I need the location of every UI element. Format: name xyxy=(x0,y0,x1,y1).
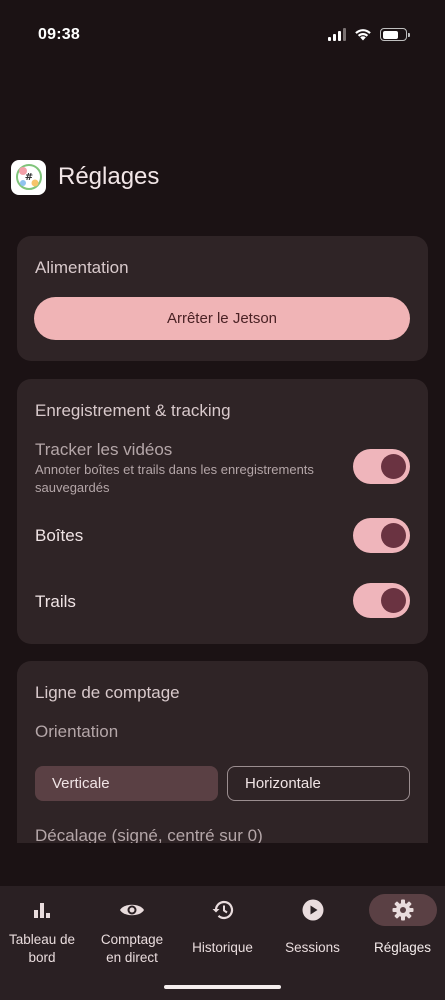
orientation-vertical-option[interactable]: Verticale xyxy=(35,766,218,801)
boxes-label: Boîtes xyxy=(35,526,84,545)
trails-toggle[interactable] xyxy=(353,583,410,618)
nav-live-count[interactable]: Comptage en direct xyxy=(88,886,176,976)
page-header: # Réglages xyxy=(11,158,159,196)
gear-icon xyxy=(392,899,413,921)
orientation-horizontal-option[interactable]: Horizontale xyxy=(227,766,410,801)
settings-content[interactable]: Alimentation Arrêter le Jetson Enregistr… xyxy=(0,220,445,843)
status-time: 09:38 xyxy=(38,26,80,43)
cellular-signal-icon xyxy=(328,28,346,41)
bottom-navigation: Tableau de bord Comptage en direct Histo… xyxy=(0,886,445,1000)
boxes-toggle[interactable] xyxy=(353,518,410,553)
track-videos-label: Tracker les vidéos xyxy=(35,440,173,459)
battery-level xyxy=(382,30,399,39)
nav-settings[interactable]: Réglages xyxy=(360,886,445,976)
nav-label: bord xyxy=(28,950,56,965)
page-title: Réglages xyxy=(58,163,160,190)
power-card: Alimentation Arrêter le Jetson xyxy=(17,236,428,361)
stop-jetson-button[interactable]: Arrêter le Jetson xyxy=(34,297,410,340)
nav-label: Tableau de xyxy=(8,932,76,947)
power-card-title: Alimentation xyxy=(35,258,129,277)
home-indicator[interactable] xyxy=(164,985,281,989)
app-logo-icon: # xyxy=(11,159,46,195)
status-bar: 09:38 xyxy=(0,0,445,70)
track-videos-toggle[interactable] xyxy=(353,449,410,484)
eye-icon xyxy=(120,904,144,916)
recording-card: Enregistrement & tracking Tracker les vi… xyxy=(17,379,428,644)
toggle-knob xyxy=(381,454,406,479)
toggle-knob xyxy=(381,588,406,613)
trails-label: Trails xyxy=(35,592,76,611)
recording-card-title: Enregistrement & tracking xyxy=(35,401,231,420)
status-icons xyxy=(328,28,410,41)
play-circle-icon xyxy=(302,899,323,921)
history-icon xyxy=(212,900,233,920)
battery-icon xyxy=(380,28,410,41)
nav-dashboard[interactable]: Tableau de bord xyxy=(0,886,84,976)
bar-chart-icon xyxy=(34,903,50,918)
nav-label: en direct xyxy=(106,950,158,965)
wifi-icon xyxy=(355,29,371,41)
nav-history[interactable]: Historique xyxy=(180,886,265,976)
offset-label: Décalage (signé, centré sur 0) xyxy=(35,826,263,843)
nav-label: Historique xyxy=(192,940,253,955)
nav-label: Sessions xyxy=(285,940,340,955)
nav-label: Comptage xyxy=(100,932,164,947)
nav-sessions[interactable]: Sessions xyxy=(270,886,355,976)
orientation-label: Orientation xyxy=(35,722,119,741)
counting-line-card: Ligne de comptage Orientation Verticale … xyxy=(17,661,428,843)
track-videos-description: Annoter boîtes et trails dans les enregi… xyxy=(35,462,314,495)
svg-text:#: # xyxy=(24,172,32,183)
toggle-knob xyxy=(381,523,406,548)
counting-card-title: Ligne de comptage xyxy=(35,683,180,702)
nav-active-indicator xyxy=(368,894,437,926)
nav-label: Réglages xyxy=(373,940,432,955)
